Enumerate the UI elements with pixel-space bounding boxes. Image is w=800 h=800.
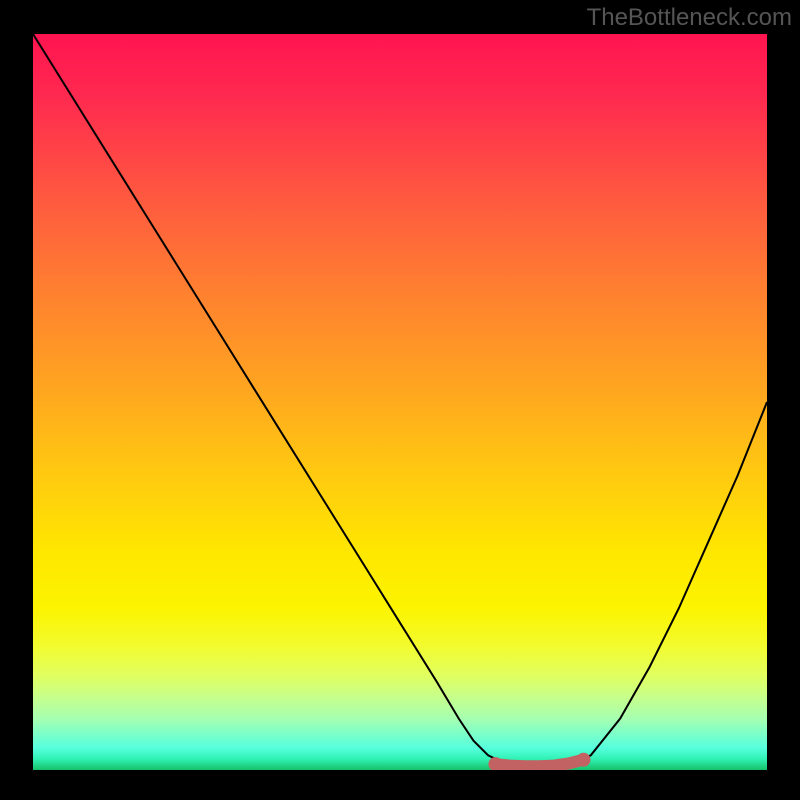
plot-area xyxy=(33,34,767,770)
watermark-text: TheBottleneck.com xyxy=(587,4,792,32)
chart-container: TheBottleneck.com xyxy=(0,0,800,800)
optimal-zone-markers xyxy=(33,34,767,770)
